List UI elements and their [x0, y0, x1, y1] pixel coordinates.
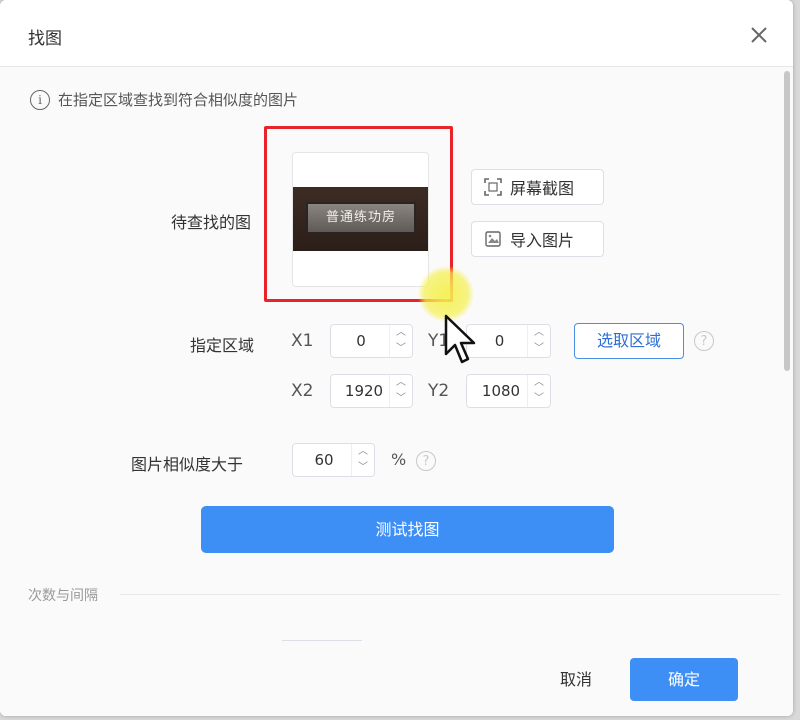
chevron-up-icon[interactable]: ︿ [352, 444, 374, 460]
import-image-button[interactable]: 导入图片 [471, 221, 604, 257]
x1-stepper[interactable]: ︿ ﹀ [389, 325, 412, 357]
y1-label: Y1 [428, 331, 450, 351]
import-image-button-label: 导入图片 [510, 231, 575, 250]
chevron-up-icon[interactable]: ︿ [390, 375, 412, 391]
chevron-down-icon[interactable]: ﹀ [528, 391, 550, 407]
scrollbar-thumb[interactable] [784, 71, 790, 371]
dialog-title: 找图 [28, 29, 62, 49]
confirm-button[interactable]: 确定 [630, 658, 738, 701]
chevron-up-icon[interactable]: ︿ [528, 325, 550, 341]
section-divider [120, 594, 780, 595]
find-image-dialog: 找图 i 在指定区域查找到符合相似度的图片 待查找的图 普通练功房 屏幕截图 导… [0, 0, 793, 716]
x1-label: X1 [291, 331, 314, 351]
thumbnail-plate-text: 普通练功房 [306, 202, 416, 234]
x2-stepper[interactable]: ︿ ﹀ [389, 375, 412, 407]
chevron-down-icon[interactable]: ﹀ [528, 341, 550, 357]
similarity-input[interactable]: 60 ︿ ﹀ [292, 443, 375, 477]
y1-value: 0 [494, 332, 505, 350]
screenshot-icon [484, 178, 502, 196]
similarity-value: 60 [314, 451, 334, 469]
x2-label: X2 [291, 381, 314, 401]
similarity-unit: % [391, 450, 407, 469]
y2-stepper[interactable]: ︿ ﹀ [527, 375, 550, 407]
test-find-image-button[interactable]: 测试找图 [201, 506, 614, 553]
help-icon[interactable]: ? [416, 451, 436, 471]
y2-value: 1080 [481, 382, 521, 400]
cancel-button[interactable]: 取消 [540, 660, 612, 700]
y2-input[interactable]: 1080 ︿ ﹀ [466, 374, 551, 408]
partial-input-field[interactable] [282, 640, 362, 645]
section-title-count-interval: 次数与间隔 [28, 588, 98, 604]
image-icon [485, 231, 501, 247]
similarity-label: 图片相似度大于 [131, 455, 244, 474]
chevron-down-icon[interactable]: ﹀ [390, 391, 412, 407]
screenshot-button-label: 屏幕截图 [510, 179, 575, 198]
y1-input[interactable]: 0 ︿ ﹀ [466, 324, 551, 358]
x2-value: 1920 [344, 382, 384, 400]
x1-value: 0 [356, 332, 366, 350]
x2-input[interactable]: 1920 ︿ ﹀ [330, 374, 413, 408]
target-image-label: 待查找的图 [171, 213, 252, 232]
info-icon: i [30, 89, 50, 110]
y2-label: Y2 [428, 381, 450, 401]
select-region-button[interactable]: 选取区域 [574, 323, 684, 359]
dialog-header: 找图 [0, 0, 793, 67]
x1-input[interactable]: 0 ︿ ﹀ [330, 324, 413, 358]
scrollbar[interactable] [782, 67, 792, 716]
chevron-down-icon[interactable]: ﹀ [352, 460, 374, 476]
target-image-thumbnail: 普通练功房 [293, 187, 428, 251]
help-icon[interactable]: ? [694, 331, 714, 351]
screenshot-button[interactable]: 屏幕截图 [471, 169, 604, 205]
close-icon[interactable] [746, 22, 772, 48]
chevron-up-icon[interactable]: ︿ [390, 325, 412, 341]
hint-row: i 在指定区域查找到符合相似度的图片 [30, 89, 298, 110]
y1-stepper[interactable]: ︿ ﹀ [527, 325, 550, 357]
similarity-stepper[interactable]: ︿ ﹀ [351, 444, 374, 476]
region-label: 指定区域 [190, 336, 255, 355]
target-image-preview[interactable]: 普通练功房 [292, 152, 429, 287]
hint-text: 在指定区域查找到符合相似度的图片 [58, 91, 299, 109]
chevron-up-icon[interactable]: ︿ [528, 375, 550, 391]
chevron-down-icon[interactable]: ﹀ [390, 341, 412, 357]
